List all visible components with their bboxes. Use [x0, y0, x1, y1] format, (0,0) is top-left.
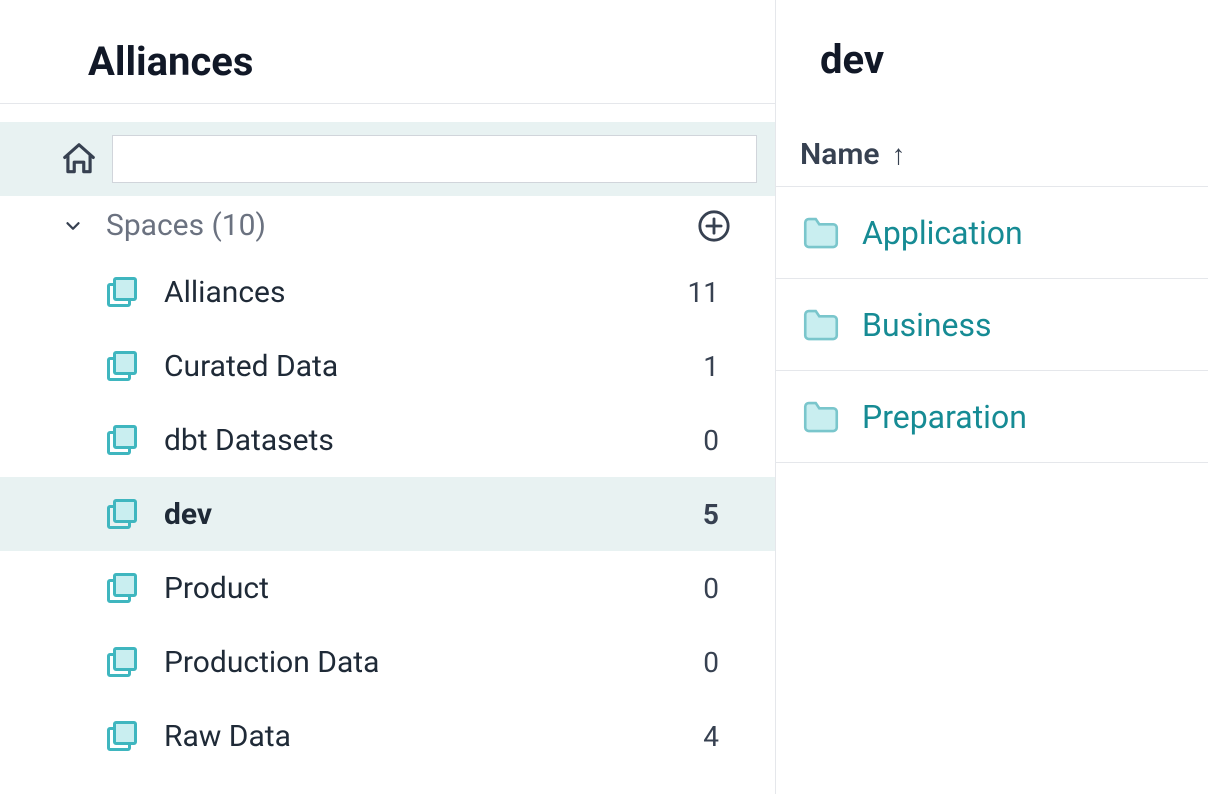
spaces-section-header[interactable]: Spaces (10) [0, 196, 775, 255]
space-count: 5 [679, 498, 719, 531]
folder-row[interactable]: Business [776, 279, 1208, 371]
folder-row[interactable]: Preparation [776, 371, 1208, 463]
column-header-label: Name [800, 137, 880, 172]
folder-row[interactable]: Application [776, 187, 1208, 279]
space-count: 11 [679, 276, 719, 309]
space-icon [104, 274, 140, 310]
space-icon [104, 644, 140, 680]
sidebar-header: Alliances [0, 0, 775, 104]
folder-name: Preparation [862, 398, 1027, 436]
space-count: 0 [679, 424, 719, 457]
space-count: 0 [679, 572, 719, 605]
folder-list: Application Business Preparation [776, 187, 1208, 463]
folder-name: Business [862, 306, 992, 344]
sort-ascending-icon: ↑ [892, 138, 906, 171]
folder-icon [800, 304, 842, 346]
add-space-button[interactable] [697, 209, 731, 243]
space-name: Production Data [164, 645, 679, 680]
space-count: 4 [679, 720, 719, 753]
space-name: Curated Data [164, 349, 679, 384]
space-icon [104, 570, 140, 606]
space-icon [104, 422, 140, 458]
chevron-down-icon [62, 215, 84, 237]
sidebar-title: Alliances [88, 38, 775, 85]
folder-icon [800, 396, 842, 438]
space-icon [104, 348, 140, 384]
space-name: Raw Data [164, 719, 679, 754]
space-item[interactable]: Product0 [0, 551, 775, 625]
space-icon [104, 718, 140, 754]
space-item[interactable]: Production Data0 [0, 625, 775, 699]
space-name: dev [164, 497, 679, 532]
main-panel: dev Name ↑ Application Business Preparatio… [776, 0, 1208, 794]
space-item[interactable]: Raw Data4 [0, 699, 775, 773]
space-item[interactable]: Curated Data1 [0, 329, 775, 403]
home-row[interactable] [0, 122, 775, 196]
sidebar: Alliances Spaces (10) Alliances11Cu [0, 0, 776, 794]
folder-icon [800, 212, 842, 254]
space-name: Product [164, 571, 679, 606]
space-icon [104, 496, 140, 532]
space-name: dbt Datasets [164, 423, 679, 458]
app-root: Alliances Spaces (10) Alliances11Cu [0, 0, 1208, 794]
space-item[interactable]: dev5 [0, 477, 775, 551]
space-name: Alliances [164, 275, 679, 310]
home-input[interactable] [112, 135, 757, 183]
page-title: dev [776, 36, 1208, 123]
space-count: 1 [679, 350, 719, 383]
column-header-name[interactable]: Name ↑ [776, 123, 1208, 187]
folder-name: Application [862, 214, 1023, 252]
space-item[interactable]: dbt Datasets0 [0, 403, 775, 477]
spaces-section-label: Spaces (10) [106, 208, 697, 243]
space-item[interactable]: Alliances11 [0, 255, 775, 329]
plus-circle-icon [697, 209, 731, 243]
home-icon [60, 140, 98, 178]
space-count: 0 [679, 646, 719, 679]
space-list: Alliances11Curated Data1dbt Datasets0dev… [0, 255, 775, 773]
